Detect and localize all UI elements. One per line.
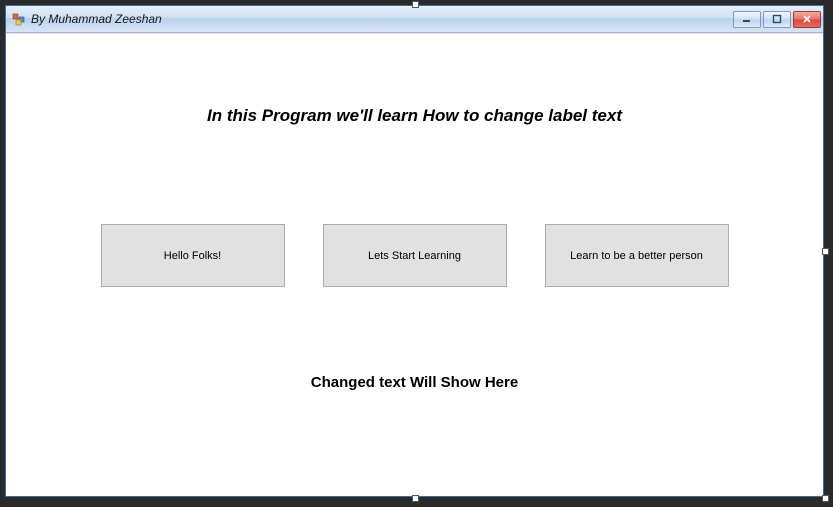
button-label: Learn to be a better person [570,250,703,262]
resize-handle-icon[interactable] [822,495,829,502]
resize-handle-icon[interactable] [822,248,829,255]
resize-handle-icon[interactable] [412,1,419,8]
resize-handle-icon[interactable] [412,495,419,502]
form-client-area: In this Program we'll learn How to chang… [6,33,823,496]
button-label: Hello Folks! [164,250,221,262]
result-label: Changed text Will Show Here [6,374,823,391]
app-window: By Muhammad Zeeshan In this Program we'l… [5,5,824,497]
window-title: By Muhammad Zeeshan [31,12,733,26]
button-label: Lets Start Learning [368,250,461,262]
maximize-button[interactable] [763,11,791,28]
button-row: Hello Folks! Lets Start Learning Learn t… [6,224,823,287]
better-person-button[interactable]: Learn to be a better person [545,224,729,287]
heading-label: In this Program we'll learn How to chang… [6,106,823,126]
titlebar: By Muhammad Zeeshan [6,6,823,33]
window-controls [733,11,821,28]
close-button[interactable] [793,11,821,28]
hello-folks-button[interactable]: Hello Folks! [101,224,285,287]
start-learning-button[interactable]: Lets Start Learning [323,224,507,287]
minimize-button[interactable] [733,11,761,28]
app-icon [12,12,26,26]
